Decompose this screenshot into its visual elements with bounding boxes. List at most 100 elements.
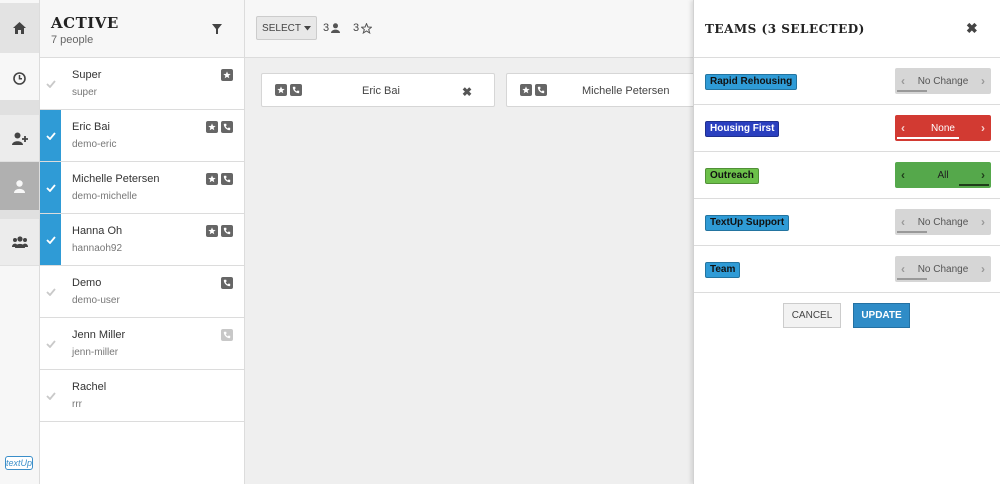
recent-button[interactable]: [0, 56, 39, 100]
contact-row[interactable]: Jenn Miller jenn-miller: [40, 318, 244, 370]
list-header: ACTIVE 7 people: [40, 0, 244, 58]
select-checkbox[interactable]: [40, 370, 61, 421]
phone-badge: [221, 277, 233, 289]
group-icon: [11, 236, 28, 248]
team-state-toggle[interactable]: ‹ No Change ›: [895, 256, 991, 282]
caret-down-icon: [303, 25, 311, 30]
team-tag: TextUp Support: [705, 215, 790, 231]
check-icon: [45, 183, 56, 192]
team-state-label: No Change: [917, 216, 969, 228]
contact-name: Hanna Oh: [72, 225, 123, 237]
contact-row[interactable]: Super super: [40, 58, 244, 110]
star-icon: [208, 123, 216, 131]
check-icon: [45, 391, 56, 400]
select-checkbox[interactable]: [40, 58, 61, 109]
chevron-right-icon[interactable]: ›: [975, 74, 991, 88]
contact-username: hannaoh92: [72, 243, 123, 254]
chevron-left-icon[interactable]: ‹: [895, 168, 911, 182]
rail-divider: [0, 100, 39, 114]
contact-badges: [206, 173, 233, 185]
chevron-left-icon[interactable]: ‹: [895, 74, 911, 88]
star-badge: [206, 225, 218, 237]
star-icon: [277, 86, 285, 94]
contact-name: Rachel: [72, 381, 107, 393]
team-state-toggle[interactable]: ‹ All ›: [895, 162, 991, 188]
star-icon: [223, 71, 231, 79]
select-checkbox[interactable]: [40, 162, 61, 213]
star-badge: [520, 84, 532, 96]
star-badge: [206, 173, 218, 185]
chevron-right-icon[interactable]: ›: [975, 262, 991, 276]
contact-row[interactable]: Hanna Oh hannaoh92: [40, 214, 244, 266]
check-icon: [45, 287, 56, 296]
star-badge: [206, 121, 218, 133]
select-button-label: SELECT: [262, 22, 301, 34]
phone-icon: [223, 227, 231, 235]
filter-icon[interactable]: [210, 22, 224, 36]
team-state-label: All: [937, 169, 949, 181]
selected-contact-card: Eric Bai ✖: [261, 73, 495, 107]
contact-row[interactable]: Demo demo-user: [40, 266, 244, 318]
contact-username: rrr: [72, 399, 82, 410]
nav-rail: textUp: [0, 0, 40, 484]
chevron-right-icon[interactable]: ›: [975, 168, 991, 182]
check-icon: [45, 79, 56, 88]
contact-row[interactable]: Eric Bai demo-eric: [40, 110, 244, 162]
teams-button[interactable]: [0, 218, 39, 266]
star-badge: [221, 69, 233, 81]
card-badges: [275, 84, 302, 96]
list-count: 7 people: [51, 34, 94, 46]
phone-badge: [290, 84, 302, 96]
chevron-right-icon[interactable]: ›: [975, 121, 991, 135]
phone-badge: [221, 173, 233, 185]
chevron-right-icon[interactable]: ›: [975, 215, 991, 229]
team-tag: Rapid Rehousing: [705, 74, 798, 90]
team-state-toggle[interactable]: ‹ None ›: [895, 115, 991, 141]
team-state-toggle[interactable]: ‹ No Change ›: [895, 209, 991, 235]
select-checkbox[interactable]: [40, 214, 61, 265]
add-user-icon: [11, 132, 28, 145]
clock-icon: [13, 71, 26, 85]
team-row: Outreach ‹ All ›: [694, 152, 1000, 199]
selected-people-count: 3: [323, 22, 330, 34]
phone-badge: [221, 225, 233, 237]
add-contact-button[interactable]: [0, 114, 39, 162]
contacts-button[interactable]: [0, 162, 39, 210]
card-name: Michelle Petersen: [582, 85, 670, 97]
team-tag: Team: [705, 262, 741, 278]
home-icon: [13, 22, 26, 34]
chevron-left-icon[interactable]: ‹: [895, 262, 911, 276]
select-checkbox[interactable]: [40, 318, 61, 369]
chevron-left-icon[interactable]: ‹: [895, 215, 911, 229]
close-panel-button[interactable]: ✖: [966, 20, 978, 37]
contact-row[interactable]: Rachel rrr: [40, 370, 244, 422]
contact-name: Eric Bai: [72, 121, 110, 133]
home-button[interactable]: [0, 3, 39, 53]
phone-icon: [223, 123, 231, 131]
phone-icon: [223, 279, 231, 287]
select-checkbox[interactable]: [40, 266, 61, 317]
star-icon: [208, 227, 216, 235]
contact-row[interactable]: Michelle Petersen demo-michelle: [40, 162, 244, 214]
panel-header: TEAMS (3 SELECTED) ✖: [694, 0, 1000, 58]
chevron-left-icon[interactable]: ‹: [895, 121, 911, 135]
contact-name: Michelle Petersen: [72, 173, 160, 185]
team-state-label: None: [931, 122, 955, 134]
check-icon: [45, 131, 56, 140]
team-row: Rapid Rehousing ‹ No Change ›: [694, 58, 1000, 105]
cancel-button[interactable]: CANCEL: [783, 303, 841, 328]
select-checkbox[interactable]: [40, 110, 61, 161]
select-button[interactable]: SELECT: [256, 16, 317, 40]
contact-name: Demo: [72, 277, 102, 289]
phone-badge: [535, 84, 547, 96]
contact-badges: [206, 225, 233, 237]
person-icon: [331, 23, 341, 33]
phone-icon: [537, 86, 545, 94]
remove-card-button[interactable]: ✖: [462, 85, 472, 99]
selected-contact-card: Michelle Petersen: [506, 73, 706, 107]
selected-star-count: 3: [353, 22, 360, 34]
team-state-toggle[interactable]: ‹ No Change ›: [895, 68, 991, 94]
team-tag: Housing First: [705, 121, 780, 137]
update-button[interactable]: UPDATE: [853, 303, 910, 328]
team-state-label: No Change: [917, 263, 969, 275]
